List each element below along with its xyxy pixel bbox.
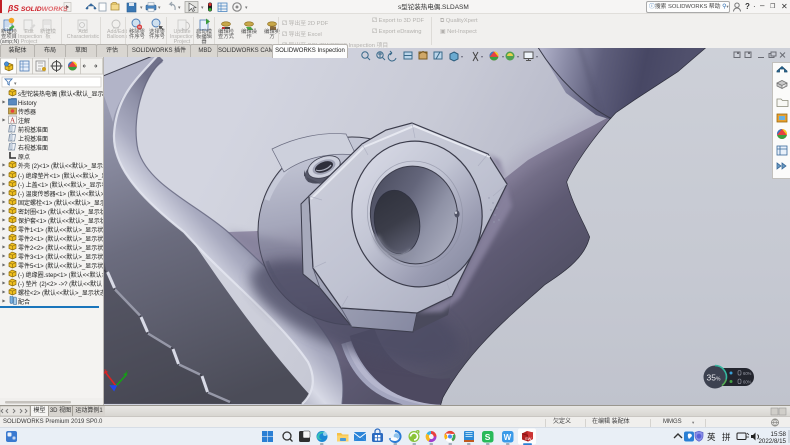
svg-text:▾: ▾ xyxy=(158,5,161,11)
svg-text:W: W xyxy=(504,433,512,442)
svg-text:▾: ▾ xyxy=(461,54,463,59)
svg-text:▾: ▾ xyxy=(178,5,181,11)
svg-text:▾: ▾ xyxy=(140,5,143,11)
svg-text:15:58: 15:58 xyxy=(771,431,787,438)
svg-text:▾: ▾ xyxy=(245,5,248,11)
svg-text:S: S xyxy=(485,432,491,442)
svg-text:60%: 60% xyxy=(743,371,752,376)
svg-text:▾: ▾ xyxy=(481,54,483,59)
svg-text:▾: ▾ xyxy=(536,54,538,59)
svg-text:60%: 60% xyxy=(743,380,752,385)
svg-text:A: A xyxy=(10,117,15,125)
svg-text:拼: 拼 xyxy=(722,432,731,442)
svg-text:▾: ▾ xyxy=(517,54,519,59)
svg-text:SW: SW xyxy=(525,436,532,441)
svg-text:▾: ▾ xyxy=(201,5,204,11)
svg-text:英: 英 xyxy=(707,432,716,442)
svg-text:▾: ▾ xyxy=(502,54,504,59)
svg-text:s型铊装热电偶.SLDASM: s型铊装热电偶.SLDASM xyxy=(398,2,469,11)
